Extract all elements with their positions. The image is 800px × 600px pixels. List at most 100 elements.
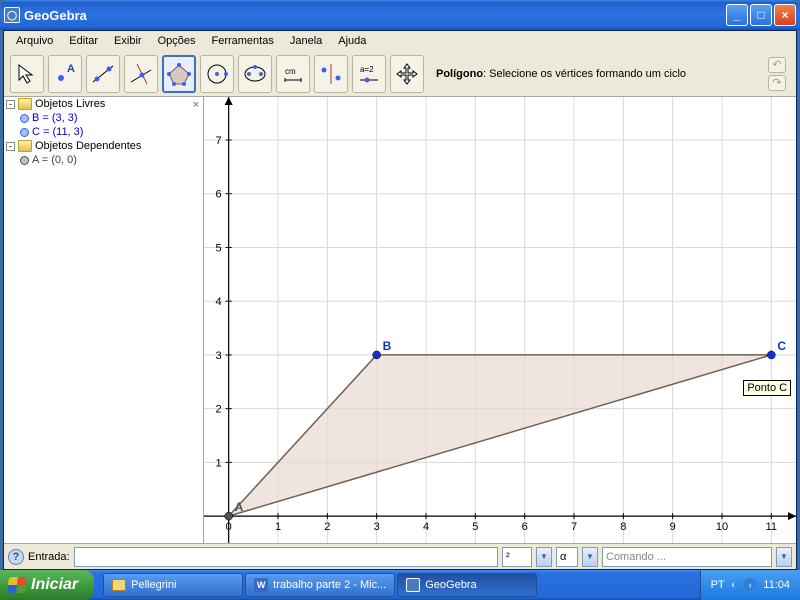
- task-label: Pellegrini: [131, 579, 176, 591]
- tool-move-view[interactable]: [390, 55, 424, 93]
- free-objects-label: Objetos Livres: [35, 98, 105, 110]
- tool-perpendicular[interactable]: [124, 55, 158, 93]
- app-icon: ◯: [4, 7, 20, 23]
- object-C-label: C = (11, 3): [32, 126, 83, 138]
- tool-reflect[interactable]: [314, 55, 348, 93]
- redo-icon[interactable]: ↷: [768, 75, 786, 91]
- taskbar-item-geogebra[interactable]: GeoGebra: [397, 573, 537, 597]
- menubar: Arquivo Editar Exibir Opções Ferramentas…: [4, 31, 796, 51]
- language-indicator[interactable]: PT: [711, 579, 725, 591]
- point-icon: [20, 156, 29, 165]
- svg-text:3: 3: [374, 521, 380, 533]
- menu-exibir[interactable]: Exibir: [106, 33, 150, 49]
- toolbar: A cm a=2 Polígono: Selecione os vértices…: [4, 51, 796, 97]
- window-title: GeoGebra: [24, 8, 726, 23]
- command-input[interactable]: [74, 547, 498, 567]
- svg-text:4: 4: [423, 521, 429, 533]
- taskbar: Iniciar Pellegrini Wtrabalho parte 2 - M…: [0, 570, 800, 600]
- menu-opcoes[interactable]: Opções: [150, 33, 204, 49]
- svg-text:2: 2: [324, 521, 330, 533]
- svg-text:10: 10: [716, 521, 728, 533]
- dropdown-icon[interactable]: ▼: [776, 547, 792, 567]
- svg-text:7: 7: [216, 135, 222, 147]
- tool-point[interactable]: A: [48, 55, 82, 93]
- svg-text:4: 4: [216, 296, 222, 308]
- folder-icon: [18, 140, 32, 152]
- tool-move[interactable]: [10, 55, 44, 93]
- svg-text:8: 8: [620, 521, 626, 533]
- svg-text:A: A: [235, 500, 244, 514]
- menu-ajuda[interactable]: Ajuda: [330, 33, 374, 49]
- task-label: trabalho parte 2 - Mic...: [273, 579, 386, 591]
- svg-text:5: 5: [216, 242, 222, 254]
- point-icon: [20, 128, 29, 137]
- collapse-icon[interactable]: -: [6, 100, 15, 109]
- object-A-label: A = (0, 0): [32, 154, 77, 166]
- maximize-button[interactable]: □: [750, 4, 772, 26]
- menu-janela[interactable]: Janela: [282, 33, 330, 49]
- dependent-objects-label: Objetos Dependentes: [35, 140, 141, 152]
- start-label: Iniciar: [31, 576, 78, 594]
- taskbar-item-word[interactable]: Wtrabalho parte 2 - Mic...: [245, 573, 395, 597]
- word-icon: W: [254, 578, 268, 592]
- tool-polygon[interactable]: [162, 55, 196, 93]
- svg-text:5: 5: [472, 521, 478, 533]
- help-icon[interactable]: ?: [8, 549, 24, 565]
- svg-text:9: 9: [670, 521, 676, 533]
- svg-text:0: 0: [226, 521, 232, 533]
- tree-free-objects[interactable]: - Objetos Livres: [4, 97, 203, 111]
- start-button[interactable]: Iniciar: [0, 570, 94, 600]
- tool-circle[interactable]: [200, 55, 234, 93]
- tray-chevron-icon[interactable]: ‹: [743, 578, 757, 592]
- chart-canvas[interactable]: 012345678910111234567ABC: [204, 97, 796, 543]
- input-bar: ? Entrada: ▼ ▼ ▼: [4, 543, 796, 569]
- taskbar-item-pellegrini[interactable]: Pellegrini: [103, 573, 243, 597]
- dropdown-icon[interactable]: ▼: [536, 547, 552, 567]
- tree-dependent-objects[interactable]: - Objetos Dependentes: [4, 139, 203, 153]
- panel-close-icon[interactable]: ×: [193, 99, 199, 111]
- svg-text:6: 6: [216, 189, 222, 201]
- menu-arquivo[interactable]: Arquivo: [8, 33, 61, 49]
- svg-text:1: 1: [275, 521, 281, 533]
- folder-icon: [18, 98, 32, 110]
- algebra-panel: × - Objetos Livres B = (3, 3) C = (11, 3…: [4, 97, 204, 543]
- svg-text:B: B: [383, 339, 392, 353]
- menu-editar[interactable]: Editar: [61, 33, 106, 49]
- clock[interactable]: 11:04: [763, 579, 790, 591]
- command-select[interactable]: [602, 547, 772, 567]
- tool-hint-name: Polígono: [436, 68, 483, 80]
- tool-angle[interactable]: cm: [276, 55, 310, 93]
- tool-hint: Polígono: Selecione os vértices formando…: [428, 64, 764, 84]
- svg-text:11: 11: [766, 521, 777, 533]
- input-label: Entrada:: [28, 551, 70, 563]
- window-titlebar: ◯ GeoGebra _ □ ×: [0, 0, 800, 30]
- greek-select[interactable]: [556, 547, 578, 567]
- svg-text:C: C: [777, 339, 786, 353]
- menu-ferramentas[interactable]: Ferramentas: [203, 33, 281, 49]
- tool-line[interactable]: [86, 55, 120, 93]
- collapse-icon[interactable]: -: [6, 142, 15, 151]
- app-frame: Arquivo Editar Exibir Opções Ferramentas…: [3, 30, 797, 570]
- svg-text:A: A: [67, 63, 75, 75]
- tray-icon[interactable]: ◐: [731, 579, 738, 591]
- geogebra-icon: [406, 578, 420, 592]
- dropdown-icon[interactable]: ▼: [582, 547, 598, 567]
- folder-icon: [112, 579, 126, 591]
- task-label: GeoGebra: [425, 579, 476, 591]
- tool-hint-desc: : Selecione os vértices formando um cicl…: [483, 68, 686, 80]
- point-icon: [20, 114, 29, 123]
- minimize-button[interactable]: _: [726, 4, 748, 26]
- tree-item-B[interactable]: B = (3, 3): [4, 111, 203, 125]
- tool-conic[interactable]: [238, 55, 272, 93]
- graphics-view[interactable]: 012345678910111234567ABC Ponto C: [204, 97, 796, 543]
- svg-text:3: 3: [216, 350, 222, 362]
- system-tray[interactable]: PT ◐ ‹ 11:04: [700, 570, 800, 600]
- symbol-select[interactable]: [502, 547, 532, 567]
- close-button[interactable]: ×: [774, 4, 796, 26]
- svg-text:2: 2: [216, 404, 222, 416]
- tree-item-C[interactable]: C = (11, 3): [4, 125, 203, 139]
- tool-slider[interactable]: a=2: [352, 55, 386, 93]
- svg-text:a=2: a=2: [360, 65, 374, 74]
- tree-item-A[interactable]: A = (0, 0): [4, 153, 203, 167]
- undo-icon[interactable]: ↶: [768, 57, 786, 73]
